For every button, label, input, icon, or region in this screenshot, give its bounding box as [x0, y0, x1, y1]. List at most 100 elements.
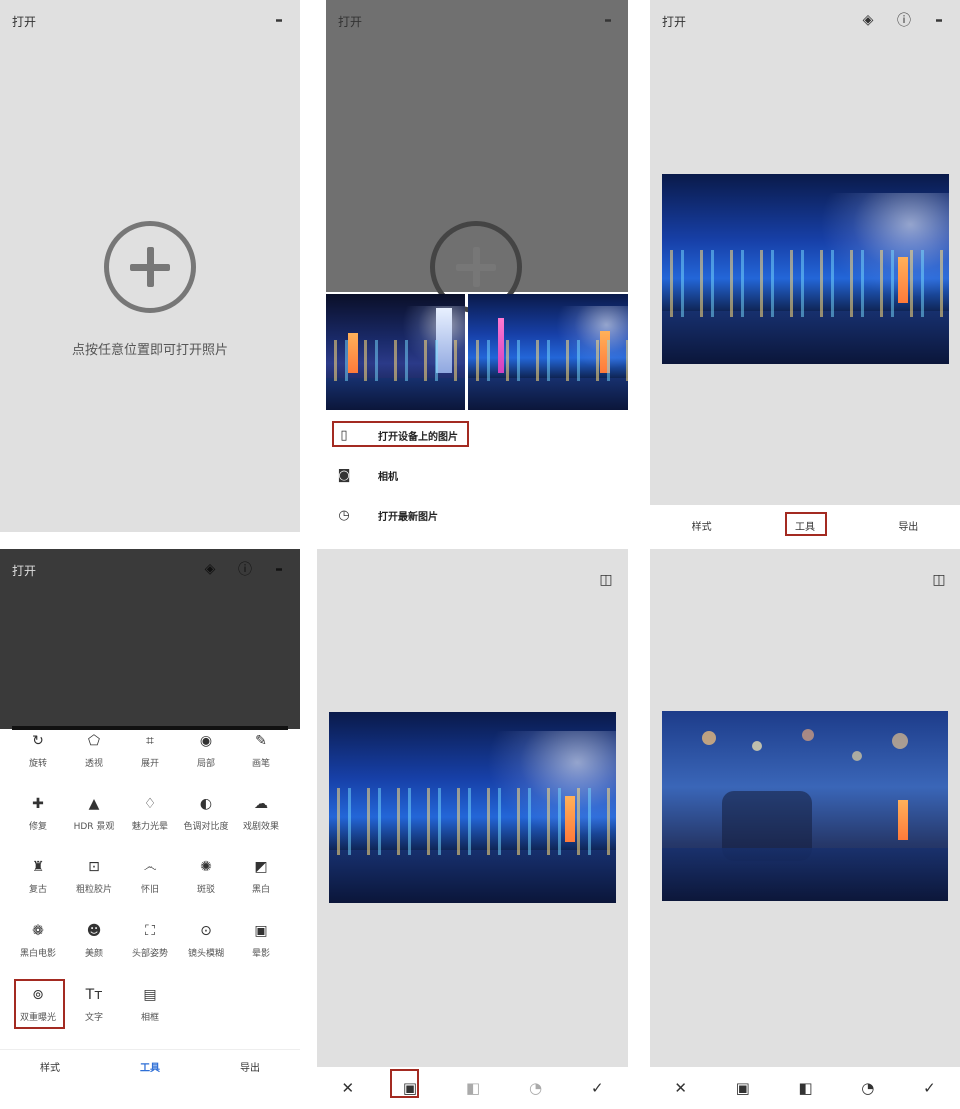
lens-blur-icon: ⊙ [200, 923, 212, 939]
photo-preview[interactable] [662, 174, 949, 364]
open-title[interactable]: 打开 [338, 13, 362, 30]
top-bar: 打开 [326, 0, 628, 40]
tab-styles[interactable]: 样式 [692, 518, 712, 533]
tool-vintage[interactable]: ♜ 复古 [10, 858, 66, 895]
face-icon: ☻ [86, 923, 102, 939]
compare-icon[interactable]: ◫ [930, 571, 948, 589]
tool-brush[interactable]: ✎ 画笔 [233, 732, 289, 769]
tab-tools[interactable]: 工具 [140, 1059, 160, 1074]
top-bar: 打开 [0, 0, 300, 40]
tool-label: 展开 [140, 759, 159, 769]
blend-mode-icon[interactable]: ◧ [466, 1079, 480, 1097]
tab-export[interactable]: 导出 [240, 1059, 260, 1074]
recent-photo-thumbnail[interactable] [326, 294, 465, 410]
tool-label: 画笔 [251, 759, 270, 769]
close-icon[interactable]: ✕ [341, 1079, 354, 1097]
tool-grunge[interactable]: ✺ 斑驳 [178, 858, 234, 895]
top-bar: 打开 ◈ ⓘ [650, 0, 960, 40]
hdr-icon: ▲ [88, 796, 100, 812]
tool-label: 斑驳 [196, 885, 215, 895]
retrolux-icon: ෴ [143, 859, 157, 875]
open-title[interactable]: 打开 [12, 562, 36, 579]
more-menu-icon[interactable] [276, 560, 282, 578]
tool-noir[interactable]: ❁ 黑白电影 [10, 922, 66, 959]
highlight-box [390, 1069, 419, 1098]
check-icon[interactable]: ✓ [923, 1079, 936, 1097]
tool-tonal-contrast[interactable]: ◐ 色调对比度 [178, 795, 234, 832]
blend-mode-icon[interactable]: ◧ [798, 1079, 812, 1097]
more-menu-icon[interactable] [276, 11, 282, 29]
tool-label: 美颜 [84, 949, 103, 959]
open-photo-hint: 点按任意位置即可打开照片 [71, 343, 228, 358]
tool-head-pose[interactable]: ⛶ 头部姿势 [122, 922, 178, 959]
vintage-icon: ♜ [31, 859, 45, 875]
perspective-icon: ⬠ [87, 733, 101, 749]
tool-text[interactable]: Tт 文字 [66, 986, 122, 1023]
open-menu-panel: 打开 ▯ 打开设备上的图片 ◙ 相机 ◷ 打开最新图片 [326, 0, 628, 532]
tool-label: 相框 [140, 1013, 159, 1023]
opacity-icon[interactable]: ◔ [861, 1079, 874, 1097]
top-bar: 打开 ◈ ⓘ [0, 549, 300, 589]
tool-label: 旋转 [28, 759, 47, 769]
double-exposure-editor-panel: ◫ ✕ ▣ ◧ ◔ ✓ [317, 549, 628, 1109]
more-menu-icon[interactable] [936, 11, 942, 29]
layers-icon[interactable]: ◈ [201, 560, 219, 578]
add-photo-icon[interactable] [104, 221, 196, 313]
tonal-contrast-icon: ◐ [199, 796, 213, 812]
tool-drama[interactable]: ☁ 戏剧效果 [233, 795, 289, 832]
tool-rotate[interactable]: ↻ 旋转 [10, 732, 66, 769]
tool-label: 透视 [84, 759, 103, 769]
frames-icon: ▤ [143, 987, 157, 1003]
photo-loaded-panel: 打开 ◈ ⓘ 样式 工具 导出 [650, 0, 960, 548]
tool-selective[interactable]: ◉ 局部 [178, 732, 234, 769]
tools-panel: 打开 ◈ ⓘ ↻ 旋转 ⬠ 透视 ⌗ 展开 ◉ 局部 ✎ 画笔 ✚ 修复 ▲ HDR 景观 ♢… [0, 549, 300, 1109]
tab-export[interactable]: 导出 [898, 518, 918, 533]
tool-black-white[interactable]: ◩ 黑白 [233, 858, 289, 895]
layers-icon[interactable]: ◈ [859, 11, 877, 29]
tool-face[interactable]: ☻ 美颜 [66, 922, 122, 959]
highlight-box [332, 421, 469, 447]
tool-healing[interactable]: ✚ 修复 [10, 795, 66, 832]
check-icon[interactable]: ✓ [591, 1079, 604, 1097]
tab-styles[interactable]: 样式 [40, 1059, 60, 1074]
opacity-icon[interactable]: ◔ [529, 1079, 542, 1097]
open-title[interactable]: 打开 [12, 13, 36, 30]
grainy-film-icon: ⊡ [88, 859, 100, 875]
vignette-icon: ▣ [254, 923, 268, 939]
tool-label: 复古 [28, 885, 47, 895]
double-exposure-result-panel: ◫ ✕ ▣ ◧ ◔ ✓ [650, 549, 960, 1109]
add-image-icon[interactable]: ▣ [736, 1079, 750, 1097]
compare-icon[interactable]: ◫ [597, 571, 615, 589]
selective-icon: ◉ [199, 733, 213, 749]
clock-icon: ◷ [338, 507, 350, 523]
tool-glamour-glow[interactable]: ♢ 魅力光晕 [122, 795, 178, 832]
camera-item[interactable]: ◙ 相机 [336, 462, 398, 488]
edit-toolbar: ✕ ▣ ◧ ◔ ✓ [317, 1067, 628, 1109]
close-icon[interactable]: ✕ [674, 1079, 687, 1097]
recent-photo-thumbnail[interactable] [468, 294, 628, 410]
tool-label: 黑白 [251, 885, 270, 895]
info-icon[interactable]: ⓘ [236, 560, 254, 578]
open-screen-panel[interactable]: 打开 点按任意位置即可打开照片 [0, 0, 300, 532]
open-latest-photo-item[interactable]: ◷ 打开最新图片 [336, 502, 438, 528]
tool-vignette[interactable]: ▣ 晕影 [233, 922, 289, 959]
tool-frames[interactable]: ▤ 相框 [122, 986, 178, 1023]
tool-hdr[interactable]: ▲ HDR 景观 [66, 795, 122, 832]
tool-label: 黑白电影 [19, 949, 56, 959]
head-pose-icon: ⛶ [145, 923, 155, 939]
tool-label: 镜头模糊 [187, 949, 224, 959]
tool-perspective[interactable]: ⬠ 透视 [66, 732, 122, 769]
tool-label: 文字 [84, 1013, 103, 1023]
photo-preview[interactable] [329, 712, 616, 903]
brush-icon: ✎ [255, 733, 267, 749]
tool-lens-blur[interactable]: ⊙ 镜头模糊 [178, 922, 234, 959]
open-title[interactable]: 打开 [662, 13, 686, 30]
grunge-icon: ✺ [200, 859, 212, 875]
tool-expand[interactable]: ⌗ 展开 [122, 732, 178, 769]
blended-photo-preview[interactable] [662, 711, 948, 901]
tool-label: 怀旧 [140, 885, 159, 895]
tool-grainy-film[interactable]: ⊡ 粗粒胶片 [66, 858, 122, 895]
tool-retrolux[interactable]: ෴ 怀旧 [122, 858, 178, 895]
info-icon[interactable]: ⓘ [895, 11, 913, 29]
more-menu-icon[interactable] [605, 11, 611, 29]
